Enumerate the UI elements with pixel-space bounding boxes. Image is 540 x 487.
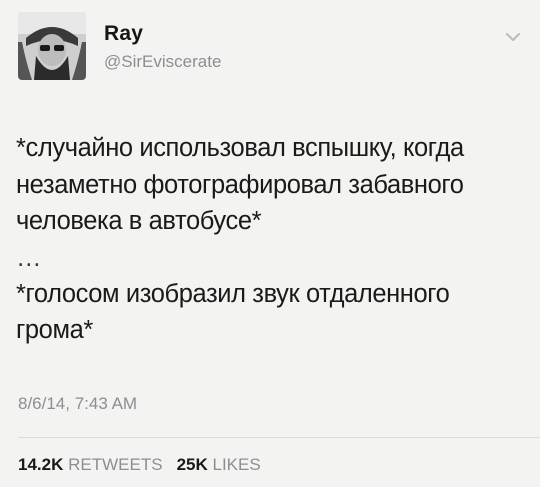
tweet-text-paragraph-2: *голосом изобразил звук отдаленного гром… (16, 279, 450, 345)
user-handle[interactable]: @SirEviscerate (104, 52, 221, 72)
author-block: Ray @SirEviscerate (104, 22, 221, 72)
timestamp[interactable]: 8/6/14, 7:43 AM (18, 394, 137, 414)
tweet-text-ellipsis: … (16, 243, 42, 272)
retweets-count: 14.2K (18, 455, 64, 474)
chevron-down-icon[interactable] (504, 30, 522, 44)
likes-stat[interactable]: 25K LIKES (177, 455, 261, 474)
engagement-stats: 14.2K RETWEETS 25K LIKES (18, 455, 261, 475)
retweets-label: RETWEETS (68, 455, 163, 474)
retweets-stat[interactable]: 14.2K RETWEETS (18, 455, 163, 474)
avatar[interactable] (18, 12, 86, 80)
tweet-text: *случайно использовал вспышку, когда нез… (16, 130, 531, 349)
likes-count: 25K (176, 455, 208, 474)
display-name[interactable]: Ray (104, 22, 221, 46)
avatar-image (18, 12, 86, 80)
divider (18, 437, 540, 438)
tweet-card: Ray @SirEviscerate *случайно использовал… (0, 0, 540, 487)
tweet-text-paragraph-1: *случайно использовал вспышку, когда нез… (16, 134, 464, 236)
likes-label: LIKES (212, 455, 261, 474)
